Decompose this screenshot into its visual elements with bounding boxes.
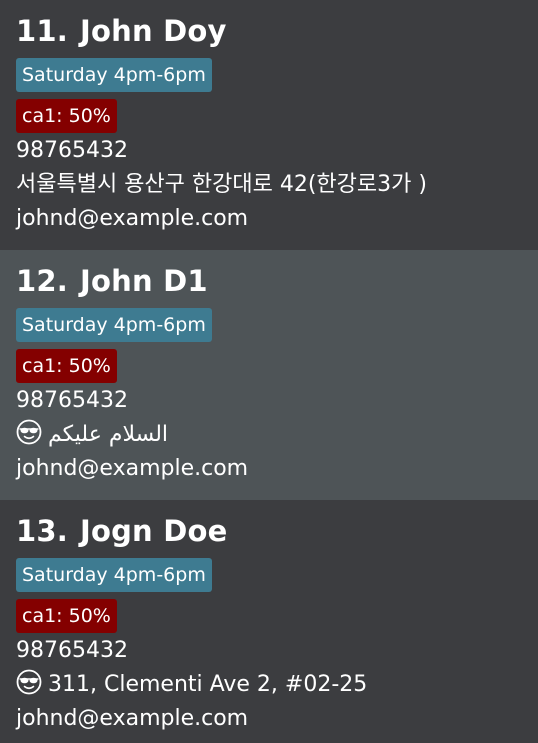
person-index: 12. <box>16 264 68 298</box>
email: johnd@example.com <box>16 706 249 731</box>
person-index: 13. <box>16 514 68 548</box>
address-text: 311, Clementi Ave 2, #02-25 <box>48 672 368 697</box>
person-card[interactable]: 12. John D1 Saturday 4pm-6pm ca1: 50% 987… <box>0 250 538 500</box>
person-title: 13. Jogn Doe <box>16 510 522 552</box>
grade-tag: ca1: 50% <box>16 349 117 383</box>
session-tag: Saturday 4pm-6pm <box>16 58 212 92</box>
person-card[interactable]: 13. Jogn Doe Saturday 4pm-6pm ca1: 50% 98… <box>0 500 538 743</box>
phone-number: 98765432 <box>16 388 128 413</box>
sunglasses-emoji-icon <box>16 419 42 445</box>
person-name: John D1 <box>79 264 208 298</box>
person-name: Jogn Doe <box>79 514 228 548</box>
person-card[interactable]: 11. John Doy Saturday 4pm-6pm ca1: 50% 98… <box>0 0 538 250</box>
grade-tag: ca1: 50% <box>16 599 117 633</box>
grade-tag: ca1: 50% <box>16 99 117 133</box>
phone-number: 98765432 <box>16 138 128 163</box>
person-index: 11. <box>16 14 68 48</box>
address-text: السلام عليكم <box>48 422 169 447</box>
person-title: 11. John Doy <box>16 10 522 52</box>
person-title: 12. John D1 <box>16 260 522 302</box>
person-list: 11. John Doy Saturday 4pm-6pm ca1: 50% 98… <box>0 0 538 743</box>
person-name: John Doy <box>79 14 227 48</box>
email: johnd@example.com <box>16 456 249 481</box>
address: السلام عليكم <box>16 418 522 452</box>
sunglasses-emoji-icon <box>16 669 42 695</box>
session-tag: Saturday 4pm-6pm <box>16 558 212 592</box>
address-text: 서울특별시 용산구 한강대로 42(한강로3가 ) <box>16 172 427 197</box>
address: 311, Clementi Ave 2, #02-25 <box>16 668 522 702</box>
session-tag: Saturday 4pm-6pm <box>16 308 212 342</box>
email: johnd@example.com <box>16 206 249 231</box>
address: 서울특별시 용산구 한강대로 42(한강로3가 ) <box>16 168 522 202</box>
phone-number: 98765432 <box>16 638 128 663</box>
